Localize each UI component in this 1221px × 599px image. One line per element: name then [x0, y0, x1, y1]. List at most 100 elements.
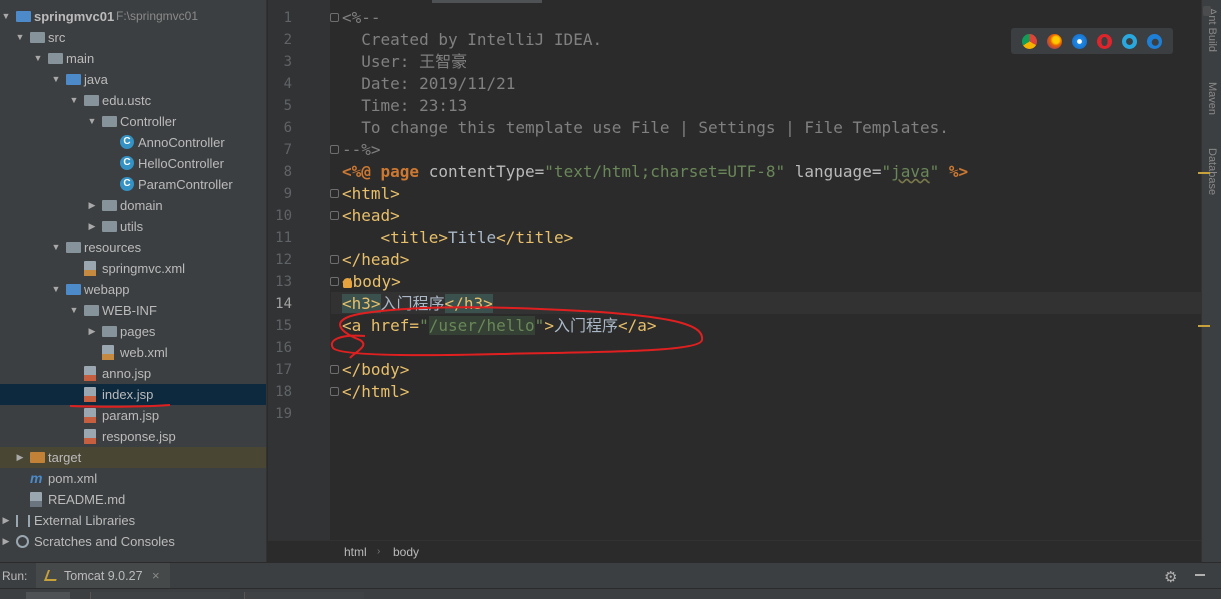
tree-item-target[interactable]: ▶ target [0, 447, 266, 468]
breadcrumb-html[interactable]: html [344, 541, 367, 563]
maven-tab[interactable]: Maven [1206, 82, 1218, 115]
safari-icon[interactable] [1072, 33, 1087, 49]
tree-item-label: Controller [120, 114, 177, 129]
subtab-server[interactable] [26, 592, 70, 599]
quote: " [929, 162, 940, 181]
warning-marker[interactable] [1198, 172, 1210, 174]
chevron-down-icon[interactable]: ▼ [51, 279, 61, 300]
class-icon: C [120, 135, 134, 149]
tree-item-resources[interactable]: ▼ resources [0, 237, 266, 258]
tree-item-hellocontroller[interactable]: C HelloController [0, 153, 266, 174]
firefox-icon[interactable] [1047, 33, 1062, 49]
tree-item-web-inf[interactable]: ▼ WEB-INF [0, 300, 266, 321]
jsp-file-icon [84, 387, 96, 402]
fold-marker-icon[interactable] [330, 189, 339, 198]
code-line-15: <a href="/user/hello">入门程序</a> [342, 315, 657, 337]
markdown-file-icon [30, 492, 42, 507]
chevron-right-icon[interactable]: ▶ [1, 510, 11, 531]
tomcat-icon [43, 570, 61, 581]
breadcrumb-body[interactable]: body [393, 541, 419, 563]
intention-bulb-icon[interactable] [342, 278, 352, 288]
tree-item-index-jsp[interactable]: index.jsp [0, 384, 266, 405]
line-number: 3 [283, 54, 292, 70]
chevron-right-icon[interactable]: ▶ [1, 531, 11, 552]
chevron-down-icon[interactable]: ▼ [69, 90, 79, 111]
line-number: 14 [275, 296, 292, 312]
gear-icon[interactable]: ⚙ [1164, 568, 1177, 586]
tree-item-response-jsp[interactable]: response.jsp [0, 426, 266, 447]
close-icon[interactable]: × [152, 563, 160, 589]
tree-item-param-jsp[interactable]: param.jsp [0, 405, 266, 426]
tree-item-label: HelloController [138, 156, 224, 171]
title-close-tag: </title> [496, 228, 574, 247]
fold-marker-icon[interactable] [330, 387, 339, 396]
fold-marker-icon[interactable] [330, 255, 339, 264]
tree-item-controller[interactable]: ▼ Controller [0, 111, 266, 132]
chrome-icon[interactable] [1022, 33, 1037, 49]
tree-item-label: pages [120, 324, 156, 339]
tree-item-src[interactable]: ▼ src [0, 27, 266, 48]
tree-item-domain[interactable]: ▶ domain [0, 195, 266, 216]
tree-item-web-xml[interactable]: web.xml [0, 342, 266, 363]
fold-marker-icon[interactable] [330, 13, 339, 22]
attr-language-value: java [891, 162, 930, 181]
h3-close-tag: </h3> [444, 294, 493, 313]
right-tool-stripe: Ant Build Maven Database [1201, 0, 1221, 562]
editor-tab-indicator[interactable] [432, 0, 542, 3]
chevron-right-icon[interactable]: ▶ [15, 447, 25, 468]
tree-item-utils[interactable]: ▶ utils [0, 216, 266, 237]
subtab-localhost-log[interactable] [90, 592, 230, 599]
tree-item-java[interactable]: ▼ java [0, 69, 266, 90]
fold-marker-icon[interactable] [330, 365, 339, 374]
chevron-down-icon[interactable]: ▼ [87, 111, 97, 132]
tree-item-springmvc-xml[interactable]: springmvc.xml [0, 258, 266, 279]
tree-item-main[interactable]: ▼ main [0, 48, 266, 69]
chevron-down-icon[interactable]: ▼ [15, 27, 25, 48]
xml-file-icon [102, 345, 114, 360]
attr-language: language= [785, 162, 882, 181]
tree-item-springmvc01[interactable]: ▼ springmvc01 F:\springmvc01 [0, 6, 266, 27]
chevron-down-icon[interactable]: ▼ [51, 69, 61, 90]
tree-item-pom-xml[interactable]: m pom.xml [0, 468, 266, 489]
tree-item-anno-jsp[interactable]: anno.jsp [0, 363, 266, 384]
chevron-down-icon[interactable]: ▼ [1, 6, 11, 27]
tree-item-readme-md[interactable]: README.md [0, 489, 266, 510]
inspection-indicator[interactable] [1203, 6, 1211, 16]
subtab-catalina-log[interactable] [244, 592, 364, 599]
line-number: 11 [275, 230, 292, 246]
line-number: 5 [283, 98, 292, 114]
code-line-17: </body> [342, 360, 410, 379]
chevron-down-icon[interactable]: ▼ [69, 300, 79, 321]
class-icon: C [120, 156, 134, 170]
chevron-down-icon[interactable]: ▼ [33, 48, 43, 69]
line-number: 12 [275, 252, 292, 268]
chevron-right-icon[interactable]: ▶ [87, 216, 97, 237]
code-line-7: --%> [342, 140, 381, 159]
tab-tomcat[interactable]: Tomcat 9.0.27 × [36, 563, 170, 589]
line-number: 16 [275, 340, 292, 356]
tree-item-external-libraries[interactable]: ▶ External Libraries [0, 510, 266, 531]
edge-icon[interactable] [1147, 33, 1162, 49]
tree-item-annocontroller[interactable]: C AnnoController [0, 132, 266, 153]
opera-icon[interactable] [1097, 33, 1112, 49]
warning-marker[interactable] [1198, 325, 1210, 327]
tree-item-label: target [48, 450, 82, 465]
chevron-down-icon[interactable]: ▼ [51, 237, 61, 258]
chevron-right-icon[interactable]: ▶ [87, 321, 97, 342]
tree-item-label: main [66, 51, 95, 66]
fold-marker-icon[interactable] [330, 277, 339, 286]
tree-item-webapp[interactable]: ▼ webapp [0, 279, 266, 300]
ie-icon[interactable] [1122, 33, 1137, 49]
minimize-icon[interactable] [1195, 574, 1205, 576]
fold-marker-icon[interactable] [330, 145, 339, 154]
tree-item-paramcontroller[interactable]: C ParamController [0, 174, 266, 195]
tree-item-scratches-and-consoles[interactable]: ▶ Scratches and Consoles [0, 531, 266, 552]
tree-item-label: README.md [48, 492, 126, 507]
tree-item-edu-ustc[interactable]: ▼ edu.ustc [0, 90, 266, 111]
line-number: 6 [283, 120, 292, 136]
tree-item-pages[interactable]: ▶ pages [0, 321, 266, 342]
fold-marker-icon[interactable] [330, 211, 339, 220]
package-icon [102, 116, 117, 127]
chevron-right-icon[interactable]: ▶ [87, 195, 97, 216]
line-number: 2 [283, 32, 292, 48]
